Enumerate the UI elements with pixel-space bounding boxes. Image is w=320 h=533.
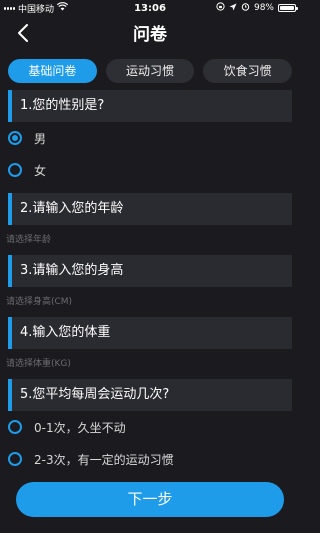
radio-icon: [8, 420, 22, 434]
question-title: 4.输入您的体重: [8, 317, 292, 349]
option-sedentary[interactable]: 0-1次，久坐不动: [0, 411, 300, 443]
question-title: 1.您的性别是?: [8, 90, 292, 122]
height-select[interactable]: 请选择身高(CM): [0, 287, 300, 317]
option-label: 0-1次，久坐不动: [34, 420, 126, 435]
question-list: 1.您的性别是? 男 女 2.请输入您的年龄 请选择年龄 3.请输入您的身高 请…: [0, 90, 300, 482]
question-title: 3.请输入您的身高: [8, 255, 292, 287]
tab-bar: 基础问卷 运动习惯 饮食习惯: [8, 59, 293, 83]
status-bar: 中国移动 13:06 98%: [0, 0, 300, 16]
next-button[interactable]: 下一步: [16, 482, 284, 517]
option-label: 2-3次，有一定的运动习惯: [34, 452, 174, 467]
weight-select[interactable]: 请选择体重(KG): [0, 349, 300, 379]
radio-icon: [8, 163, 22, 177]
question-title: 5.您平均每周会运动几次?: [8, 379, 292, 411]
location-icon: [229, 3, 237, 14]
age-select[interactable]: 请选择年龄: [0, 225, 300, 255]
alarm-icon: [241, 2, 250, 14]
battery-icon: [278, 4, 298, 12]
nav-bar: 问卷: [0, 16, 300, 54]
radio-icon: [8, 452, 22, 466]
option-label: 男: [34, 131, 47, 146]
orientation-lock-icon: [216, 2, 225, 14]
page-title: 问卷: [133, 25, 167, 45]
option-female[interactable]: 女: [0, 154, 300, 186]
option-some-exercise[interactable]: 2-3次，有一定的运动习惯: [0, 443, 300, 475]
tab-basic-survey[interactable]: 基础问卷: [8, 59, 97, 83]
tab-exercise-habits[interactable]: 运动习惯: [105, 59, 195, 83]
footer: 下一步: [0, 482, 300, 533]
tab-diet-habits[interactable]: 饮食习惯: [203, 59, 293, 83]
radio-checked-icon: [8, 131, 22, 145]
question-title: 2.请输入您的年龄: [8, 193, 292, 225]
back-button[interactable]: [10, 22, 36, 48]
option-male[interactable]: 男: [0, 122, 300, 154]
battery-percent: 98%: [253, 3, 274, 13]
chevron-left-icon: [17, 24, 29, 46]
option-label: 女: [34, 163, 47, 178]
